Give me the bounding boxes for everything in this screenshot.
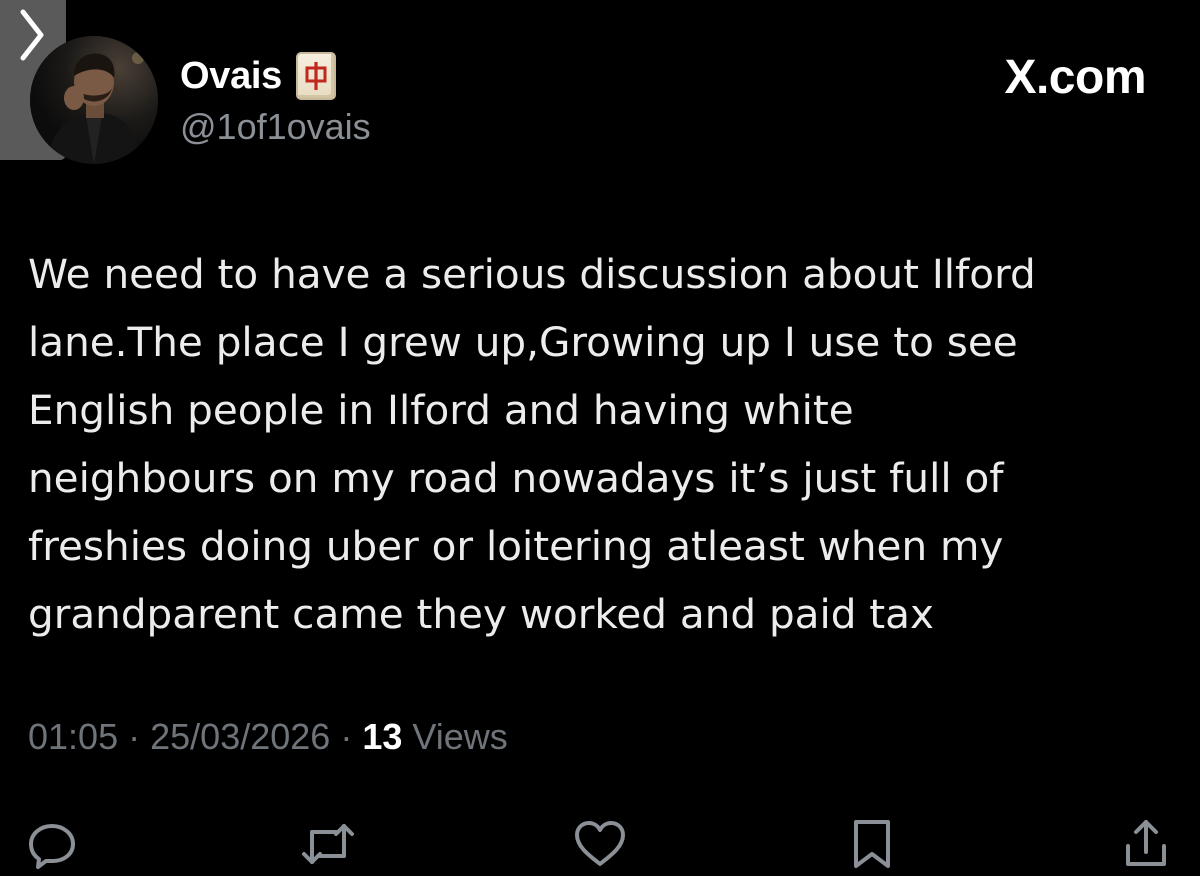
bookmark-icon — [854, 820, 890, 868]
share-icon — [1126, 820, 1166, 866]
tweet-time[interactable]: 01:05 — [28, 716, 118, 757]
meta-separator: · — [128, 716, 141, 757]
tweet-text-line: We need to have a serious discussion abo… — [28, 250, 1036, 298]
tweet-text-line: grandparent came they worked and paid ta… — [28, 590, 934, 638]
action-bar — [0, 814, 1200, 874]
author-handle[interactable]: @1of1ovais — [180, 106, 371, 148]
repost-button[interactable] — [298, 814, 358, 874]
display-name[interactable]: Ovais — [180, 55, 282, 98]
reply-icon — [29, 824, 75, 869]
like-button[interactable] — [570, 814, 630, 874]
tweet-date[interactable]: 25/03/2026 — [150, 716, 330, 757]
tweet-text-line: lane.The place I grew up,Growing up I us… — [28, 318, 1018, 366]
mahjong-red-dragon-icon — [296, 52, 337, 100]
tweet-text-line: neighbours on my road nowadays it’s just… — [28, 454, 1004, 502]
meta-separator: · — [340, 716, 353, 757]
author-name-row: Ovais — [180, 50, 337, 102]
chevron-right-icon — [20, 9, 44, 61]
brand-logo-text: X.com — [1004, 51, 1146, 104]
like-icon — [575, 821, 625, 866]
bookmark-button[interactable] — [842, 814, 902, 874]
avatar[interactable] — [30, 36, 158, 164]
tweet-meta: 01:05 · 25/03/2026 · 13 Views — [28, 716, 508, 758]
tweet-text-line: English people in Ilford and having whit… — [28, 386, 854, 434]
tweet-text-line: freshies doing uber or loitering atleast… — [28, 522, 1004, 570]
avatar-photo — [30, 36, 158, 164]
tweet-text: We need to have a serious discussion abo… — [28, 240, 1168, 648]
views-count: 13 — [362, 716, 403, 757]
views-label: Views — [412, 716, 508, 757]
repost-icon — [302, 824, 354, 864]
share-button[interactable] — [1116, 814, 1176, 874]
reply-button[interactable] — [22, 814, 82, 874]
